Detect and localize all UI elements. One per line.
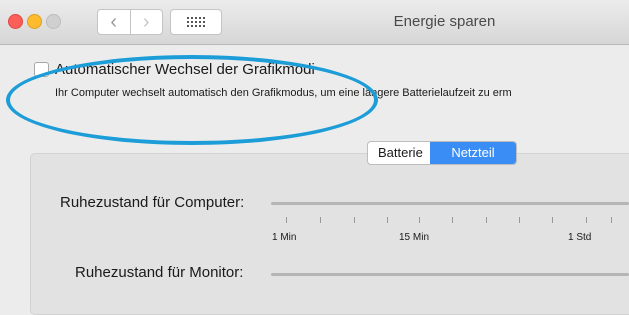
auto-graphics-switching-description: Ihr Computer wechselt automatisch den Gr…	[55, 87, 512, 99]
slider-tick	[586, 217, 587, 223]
slider-tick	[486, 217, 487, 223]
settings-panel	[30, 153, 629, 315]
slider-tick	[452, 217, 453, 223]
slider-tick	[320, 217, 321, 223]
slider-tick	[611, 217, 612, 223]
energy-saver-pane: Automatischer Wechsel der Grafikmodi Ihr…	[0, 45, 629, 315]
auto-graphics-switching-label[interactable]: Automatischer Wechsel der Grafikmodi	[55, 61, 315, 78]
computer-sleep-label: Ruhezustand für Computer:	[60, 194, 245, 211]
tab-power-adapter[interactable]: Netzteil	[430, 142, 516, 164]
tick-label-15-min: 15 Min	[399, 232, 430, 243]
tab-battery[interactable]: Batterie	[368, 142, 430, 164]
slider-tick	[419, 217, 420, 223]
slider-tick	[387, 217, 388, 223]
tick-label-1-hour: 1 Std	[568, 232, 592, 243]
power-source-tabs: Batterie Netzteil	[367, 141, 517, 165]
slider-tick	[519, 217, 520, 223]
monitor-sleep-label: Ruhezustand für Monitor:	[75, 264, 244, 281]
window-title: Energie sparen	[393, 13, 496, 30]
auto-graphics-switching-checkbox[interactable]	[34, 62, 49, 77]
slider-tick	[286, 217, 287, 223]
slider-tick	[552, 217, 553, 223]
computer-sleep-slider[interactable]	[271, 202, 629, 205]
tick-label-1-min: 1 Min	[272, 232, 297, 243]
monitor-sleep-slider[interactable]	[271, 273, 629, 276]
title-bar: ‹ › Energie sparen	[0, 0, 629, 45]
slider-tick	[354, 217, 355, 223]
